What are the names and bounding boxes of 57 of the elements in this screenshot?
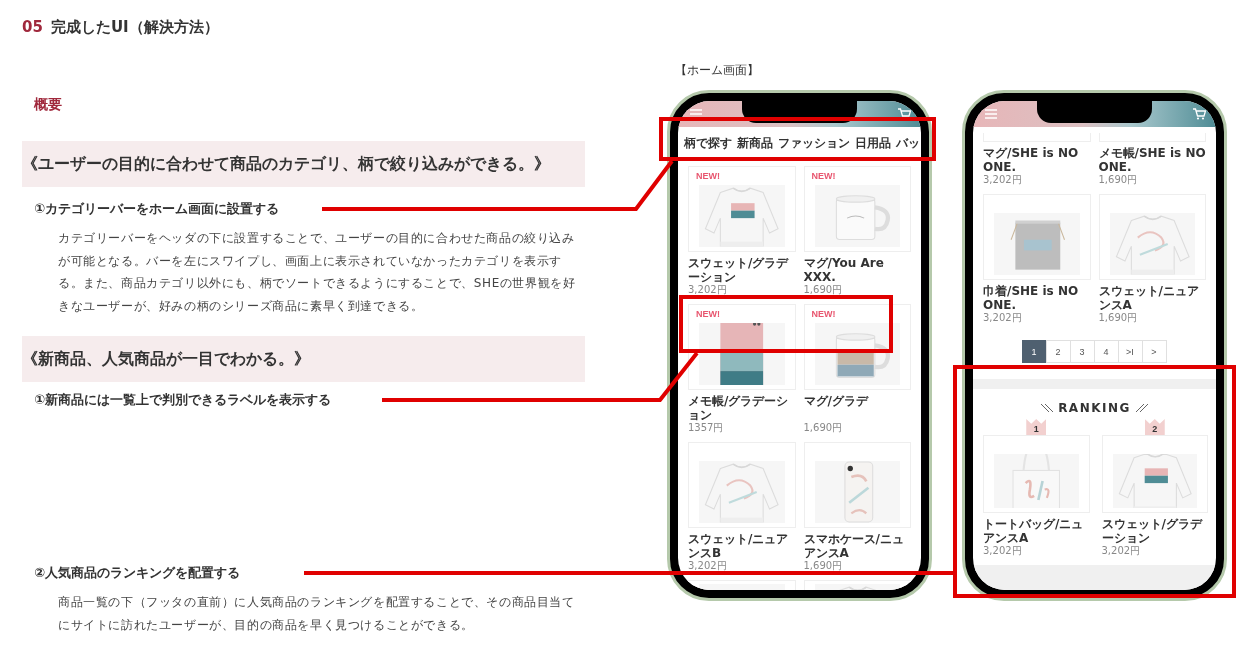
product-name[interactable]: マグ/グラデ bbox=[803, 394, 911, 422]
rank-badge: 2 bbox=[1144, 419, 1165, 435]
page-button[interactable]: > bbox=[1141, 340, 1167, 363]
point-description: 商品一覧の下（フッタの直前）に人気商品のランキングを配置することで、その商品目当てにサイトに訪れたユーザーが、目的の商品を早く見つけることができる。 bbox=[58, 594, 576, 634]
headline-band: 《ユーザーの目的に合わせて商品のカテゴリ、柄で絞り込みができる。》 bbox=[22, 141, 585, 187]
product-name[interactable]: スマホケース/ニュアンスA bbox=[803, 532, 911, 560]
page-button[interactable]: 4 bbox=[1093, 340, 1119, 363]
product-price: 3,202円 bbox=[688, 560, 728, 572]
product-name[interactable]: メモ帳/SHE is NO ONE. bbox=[1098, 146, 1206, 174]
product-name[interactable]: スウェット/グラデーション bbox=[688, 256, 796, 284]
section-title: 完成したUI（解決方法） bbox=[50, 17, 219, 37]
product-price: 3,202円 bbox=[983, 545, 1023, 557]
product-name[interactable]: スウェット/グラデーション bbox=[1101, 517, 1208, 545]
page-button[interactable]: 3 bbox=[1069, 340, 1095, 363]
product-name[interactable]: メモ帳/グラデーション bbox=[688, 394, 796, 422]
overview-heading: 概要 bbox=[34, 95, 63, 113]
product-image-frame[interactable]: NEW! bbox=[803, 304, 911, 390]
product-image-frame[interactable]: NEW! bbox=[803, 166, 911, 252]
product-name[interactable]: マグ/You Are XXX. bbox=[803, 256, 911, 284]
product-price: 1,690円 bbox=[1098, 174, 1139, 186]
new-label: NEW! bbox=[811, 309, 836, 320]
point-description: カテゴリーバーをヘッダの下に設置することで、ユーザーの目的に合わせた商品の絞り込みが可能となる。バーを左にスワイプし、画面上に表示されていなかったカテゴリを表示する。また、商品カテゴリ以外にも、柄でソートできるようにすることで、SHEの世界観を好きなユーザーが、好みの柄のシリーズ商品に素早く到達できる。 bbox=[58, 230, 577, 315]
new-label: NEW! bbox=[696, 309, 720, 320]
ranking-title: RANKING bbox=[1058, 401, 1131, 415]
product-name[interactable]: 巾着/SHE is NO ONE. bbox=[983, 284, 1091, 312]
product-image-frame[interactable]: NEW! bbox=[688, 304, 796, 390]
headline-band: 《新商品、人気商品が一目でわかる。》 bbox=[22, 336, 585, 382]
product-image-frame[interactable]: NEW! bbox=[688, 166, 796, 252]
page-button[interactable]: 1 bbox=[1021, 340, 1047, 363]
point-title: ①カテゴリーバーをホーム画面に設置する bbox=[34, 200, 279, 218]
category-tab[interactable]: 新商品 bbox=[737, 134, 773, 152]
product-name[interactable]: スウェット/ニュアンスB bbox=[688, 532, 796, 560]
product-price: 3,202円 bbox=[688, 284, 728, 296]
point-title: ②人気商品のランキングを配置する bbox=[34, 564, 240, 582]
rank-badge: 1 bbox=[1026, 419, 1047, 435]
product-price: 1357円 bbox=[688, 422, 725, 434]
product-price: 3,202円 bbox=[1101, 545, 1142, 557]
new-label: NEW! bbox=[811, 171, 836, 182]
product-name[interactable]: トートバッグ/ニュアンスA bbox=[983, 517, 1090, 545]
product-price: 1,690円 bbox=[803, 560, 844, 572]
page-button[interactable]: 2 bbox=[1045, 340, 1071, 363]
product-price: 1,690円 bbox=[1098, 312, 1139, 324]
category-tab[interactable]: 日用品 bbox=[855, 134, 891, 152]
product-price: 3,202円 bbox=[983, 312, 1023, 324]
screen-label: 【ホーム画面】 bbox=[674, 62, 760, 78]
product-price: 3,202円 bbox=[983, 174, 1023, 186]
category-tab[interactable]: 柄で探す bbox=[684, 134, 732, 152]
product-price: 1,690円 bbox=[803, 422, 844, 434]
new-label: NEW! bbox=[696, 171, 720, 182]
product-name[interactable]: マグ/SHE is NO ONE. bbox=[983, 146, 1091, 174]
page-button[interactable]: >I bbox=[1117, 340, 1143, 363]
point-title: ①新商品には一覧上で判別できるラベルを表示する bbox=[34, 391, 331, 409]
section-number: 05 bbox=[22, 17, 43, 37]
category-tab[interactable]: ファッション bbox=[778, 134, 850, 152]
product-name[interactable]: スウェット/ニュアンスA bbox=[1098, 284, 1206, 312]
product-price: 1,690円 bbox=[803, 284, 844, 296]
category-tab[interactable]: バッ bbox=[896, 134, 920, 152]
